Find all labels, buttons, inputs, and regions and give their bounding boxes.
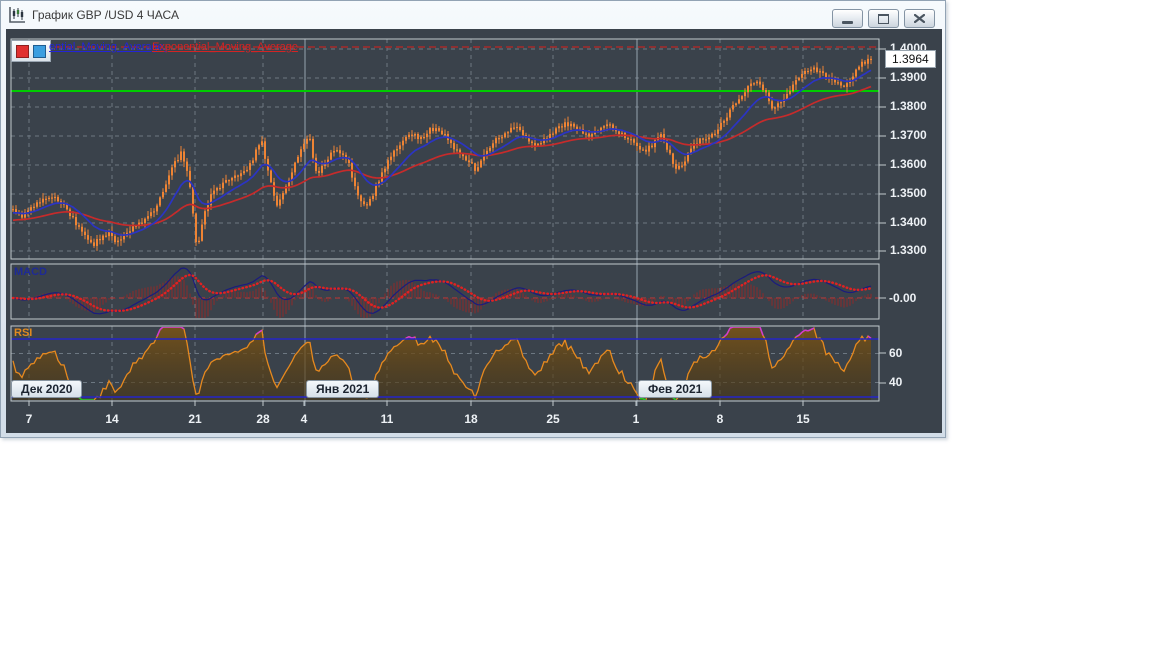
minimize-icon <box>842 20 853 24</box>
indicator-button-blue[interactable] <box>33 44 46 58</box>
chart-window: График GBP /USD 4 ЧАСА 1.4000 1.3900 1.380… <box>0 0 946 438</box>
window-controls <box>832 9 935 28</box>
candlestick-chart-icon <box>9 7 25 23</box>
chart-client-area: 1.4000 1.3900 1.3800 1.3700 1.3600 1.3500 1.34… <box>6 29 942 433</box>
maximize-button[interactable] <box>868 9 899 28</box>
indicator-button-red[interactable] <box>16 44 29 58</box>
maximize-icon <box>878 13 889 24</box>
chart-canvas[interactable] <box>6 29 942 433</box>
indicator-legend-buttons[interactable] <box>11 40 51 62</box>
window-title: График GBP /USD 4 ЧАСА <box>32 8 179 22</box>
minimize-button[interactable] <box>832 9 863 28</box>
close-button[interactable] <box>904 9 935 28</box>
title-bar[interactable]: График GBP /USD 4 ЧАСА <box>1 1 945 29</box>
close-icon <box>914 14 925 23</box>
